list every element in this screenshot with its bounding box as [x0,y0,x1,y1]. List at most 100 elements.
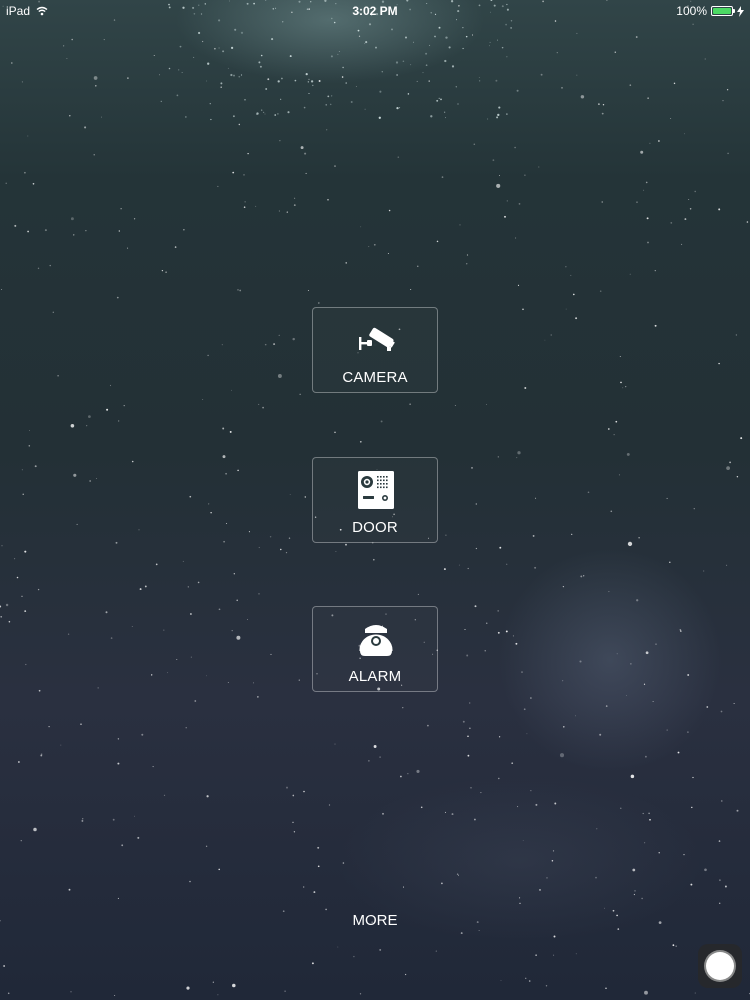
star [220,82,223,85]
star [206,675,207,677]
star [535,803,538,806]
star [532,534,535,537]
star [451,65,455,68]
star [89,480,91,482]
star [735,334,738,336]
alarm-sensor-icon [359,625,393,656]
star [630,774,635,779]
star [207,354,209,357]
star [350,101,353,103]
star [267,78,270,81]
star [232,171,235,174]
star [183,229,185,231]
star [238,75,241,78]
star [70,424,75,428]
star [746,221,749,223]
star [687,731,689,733]
star [328,804,331,806]
star [538,166,540,168]
star [318,80,321,82]
star [239,289,242,292]
star [718,362,720,365]
star [556,51,558,54]
star [293,204,296,206]
star [445,117,447,119]
star [583,575,585,577]
star [310,80,314,83]
star [284,990,286,992]
star [626,452,630,456]
star [294,197,296,199]
star [139,588,142,591]
star [553,935,556,938]
assistive-touch-button[interactable] [698,944,742,988]
star [378,116,381,119]
star [327,198,329,201]
star [218,47,220,49]
star [186,986,190,990]
star [740,437,743,440]
star [427,724,429,727]
star [616,653,618,655]
star [69,115,71,117]
star [70,990,72,993]
star [580,575,583,578]
star [649,818,651,821]
star [703,570,705,572]
star [112,818,115,821]
star [278,210,280,212]
star [474,605,477,608]
star [279,140,281,142]
star [193,56,195,58]
door-button[interactable]: DOOR [312,457,438,543]
star [535,954,537,956]
star [467,735,469,738]
star [630,663,632,665]
star [443,568,446,571]
more-button[interactable]: MORE [0,912,750,929]
star [736,475,739,478]
star [622,387,624,389]
camera-button[interactable]: CAMERA [312,307,438,393]
star [519,902,521,904]
star [368,246,370,248]
star [253,682,254,684]
star [417,593,419,595]
star [626,694,628,696]
star [165,271,167,274]
star [342,66,344,69]
star [629,273,631,275]
star [620,381,622,384]
star [288,537,291,539]
star [407,773,409,775]
star [299,393,301,395]
star [511,762,514,765]
star [52,311,54,313]
star [669,561,671,564]
star [226,523,228,525]
star [118,230,120,232]
star [438,97,440,99]
star [524,387,527,389]
star [24,550,27,553]
star [683,133,685,135]
star [694,992,696,994]
star [550,334,552,336]
alarm-button[interactable]: ALARM [312,606,438,692]
star [480,792,482,794]
star [240,74,243,76]
status-bar: iPad 3:02 PM 100% [0,0,750,22]
star [448,46,451,49]
star [719,879,721,882]
star [570,274,572,276]
star [455,86,457,88]
star [153,55,155,56]
star [255,205,257,207]
star [489,45,491,47]
star [579,660,582,663]
star [33,827,37,832]
star [260,54,263,57]
star [504,215,506,218]
star [247,152,249,155]
star [562,585,565,588]
